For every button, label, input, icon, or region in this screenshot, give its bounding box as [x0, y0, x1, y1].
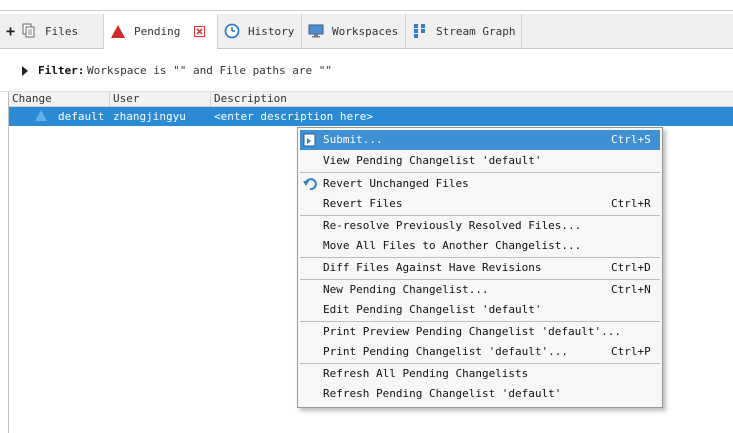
menu-item-refresh-default[interactable]: Refresh Pending Changelist 'default'	[300, 384, 660, 404]
cell-change: default	[58, 110, 105, 123]
menu-item-view-pending-changelist[interactable]: View Pending Changelist 'default'	[300, 151, 660, 171]
table-header: Change User Description	[9, 92, 733, 107]
menu-item-edit-pending-changelist[interactable]: Edit Pending Changelist 'default'	[300, 300, 660, 320]
files-icon	[21, 23, 37, 39]
filter-bar: Filter: Workspace is "" and File paths a…	[0, 49, 733, 92]
menu-item-submit[interactable]: Submit... Ctrl+S	[300, 130, 660, 150]
tab-stream-graph[interactable]: Stream Graph	[406, 14, 522, 48]
column-header-user[interactable]: User	[110, 92, 211, 106]
window-top-strip	[0, 0, 733, 11]
column-header-description[interactable]: Description	[211, 92, 733, 106]
table-row[interactable]: default zhangjingyu <enter description h…	[9, 107, 733, 126]
menu-item-refresh-all[interactable]: Refresh All Pending Changelists	[300, 364, 660, 384]
menu-item-new-pending-changelist[interactable]: New Pending Changelist... Ctrl+N	[300, 280, 660, 300]
expand-triangle-icon[interactable]	[22, 66, 28, 76]
menu-item-diff-files[interactable]: Diff Files Against Have Revisions Ctrl+D	[300, 258, 660, 278]
menu-item-revert-files[interactable]: Revert Files Ctrl+R	[300, 194, 660, 214]
changelist-triangle-icon	[34, 109, 48, 123]
tab-workspaces-label: Workspaces	[332, 24, 399, 38]
revert-icon	[302, 176, 318, 192]
clock-icon	[224, 23, 240, 39]
menu-item-revert-unchanged-files[interactable]: Revert Unchanged Files	[300, 174, 660, 194]
monitor-icon	[308, 23, 324, 39]
close-icon[interactable]	[194, 26, 206, 37]
stream-graph-icon	[412, 23, 428, 39]
menu-item-print[interactable]: Print Pending Changelist 'default'... Ct…	[300, 342, 660, 362]
add-icon[interactable]: +	[6, 22, 15, 40]
menu-separator	[300, 172, 660, 173]
tab-workspaces[interactable]: Workspaces	[302, 14, 406, 48]
tab-history-label: History	[248, 24, 295, 38]
column-header-change[interactable]: Change	[9, 92, 110, 106]
menu-item-move-all-files[interactable]: Move All Files to Another Changelist...	[300, 236, 660, 256]
filter-label: Filter:	[38, 64, 85, 77]
tab-history[interactable]: History	[218, 14, 302, 48]
context-menu: Submit... Ctrl+S View Pending Changelist…	[297, 127, 663, 408]
cell-user: zhangjingyu	[113, 110, 186, 123]
pending-triangle-icon	[110, 24, 126, 40]
tab-bar: + Files Pending History Workspaces Strea…	[0, 14, 733, 49]
tab-pending-label: Pending	[134, 25, 181, 38]
tab-files-label: Files	[45, 24, 79, 38]
cell-description: <enter description here>	[214, 110, 373, 123]
menu-item-print-preview[interactable]: Print Preview Pending Changelist 'defaul…	[300, 322, 660, 342]
tab-pending[interactable]: Pending	[104, 14, 218, 49]
filter-text[interactable]: Workspace is "" and File paths are ""	[87, 64, 332, 77]
tab-files[interactable]: + Files	[0, 14, 104, 48]
submit-icon	[302, 132, 318, 148]
tab-stream-graph-label: Stream Graph	[436, 24, 516, 38]
menu-item-re-resolve-files[interactable]: Re-resolve Previously Resolved Files...	[300, 216, 660, 236]
